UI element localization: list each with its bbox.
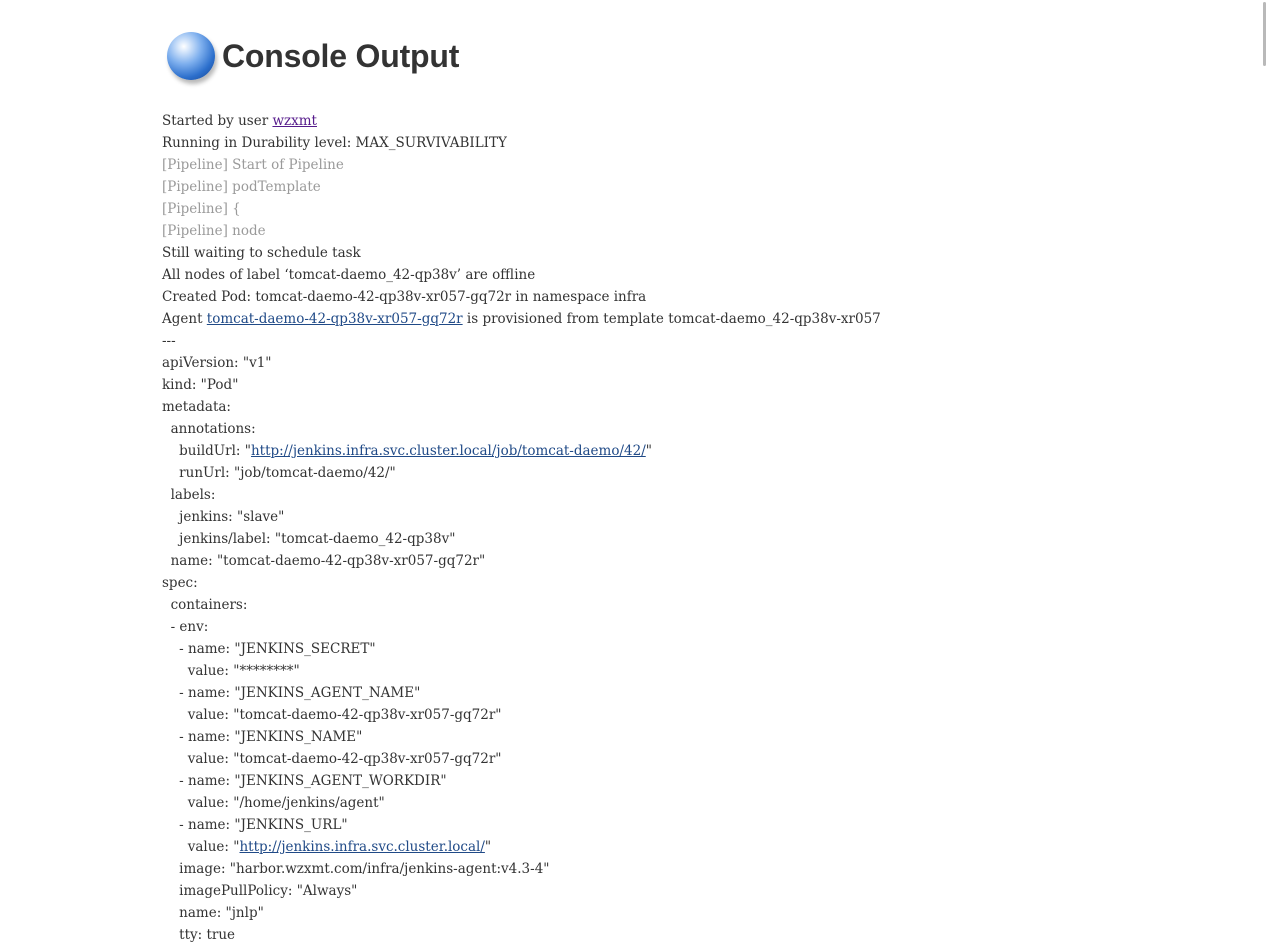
console-line: image: "harbor.wzxmt.com/infra/jenkins-a… xyxy=(162,858,1252,880)
console-text: Still waiting to schedule task xyxy=(162,245,361,261)
page-scrollbar[interactable] xyxy=(1260,0,1267,952)
console-text: imagePullPolicy: "Always" xyxy=(162,883,358,899)
console-text: buildUrl: " xyxy=(162,443,251,459)
console-line: value: "/home/jenkins/agent" xyxy=(162,792,1252,814)
console-text: - name: "JENKINS_AGENT_WORKDIR" xyxy=(162,773,447,789)
console-line: name: "jnlp" xyxy=(162,902,1252,924)
console-line: buildUrl: "http://jenkins.infra.svc.clus… xyxy=(162,440,1252,462)
console-line: - name: "JENKINS_AGENT_WORKDIR" xyxy=(162,770,1252,792)
console-text: --- xyxy=(162,333,176,349)
console-text: jenkins: "slave" xyxy=(162,509,285,525)
console-line: Still waiting to schedule task xyxy=(162,242,1252,264)
console-text: - name: "JENKINS_NAME" xyxy=(162,729,363,745)
console-text: value: " xyxy=(162,839,240,855)
console-text: containers: xyxy=(162,597,248,613)
console-text: spec: xyxy=(162,575,198,591)
console-line: --- xyxy=(162,330,1252,352)
console-line: Agent tomcat-daemo-42-qp38v-xr057-gq72r … xyxy=(162,308,1252,330)
console-line: imagePullPolicy: "Always" xyxy=(162,880,1252,902)
console-line: labels: xyxy=(162,484,1252,506)
console-line: runUrl: "job/tomcat-daemo/42/" xyxy=(162,462,1252,484)
console-text: annotations: xyxy=(162,421,256,437)
console-output: Started by user wzxmt Running in Durabili… xyxy=(162,110,1252,946)
console-line: spec: xyxy=(162,572,1252,594)
console-line: jenkins/label: "tomcat-daemo_42-qp38v" xyxy=(162,528,1252,550)
console-text: Created Pod: tomcat-daemo-42-qp38v-xr057… xyxy=(162,289,647,305)
console-text: " xyxy=(645,443,652,459)
console-text: - env: xyxy=(162,619,209,635)
console-line: [Pipeline] node xyxy=(162,220,1252,242)
console-text: Started by user xyxy=(162,113,273,129)
console-text: value: "tomcat-daemo-42-qp38v-xr057-gq72… xyxy=(162,751,502,767)
console-text: jenkins/label: "tomcat-daemo_42-qp38v" xyxy=(162,531,456,547)
console-line: value: "tomcat-daemo-42-qp38v-xr057-gq72… xyxy=(162,748,1252,770)
console-text: Agent xyxy=(162,311,207,327)
console-text: name: "jnlp" xyxy=(162,905,264,921)
console-text: is provisioned from template tomcat-daem… xyxy=(462,311,881,327)
console-line: apiVersion: "v1" xyxy=(162,352,1252,374)
console-text: " xyxy=(484,839,492,855)
console-text: image: "harbor.wzxmt.com/infra/jenkins-a… xyxy=(162,861,550,877)
console-text: value: "********" xyxy=(162,663,300,679)
console-text: - name: "JENKINS_SECRET" xyxy=(162,641,376,657)
console-text: - name: "JENKINS_URL" xyxy=(162,817,348,833)
console-line: value: "********" xyxy=(162,660,1252,682)
console-text: metadata: xyxy=(162,399,231,415)
console-text: name: "tomcat-daemo-42-qp38v-xr057-gq72r… xyxy=(162,553,486,569)
console-text: All nodes of label ‘tomcat-daemo_42-qp38… xyxy=(162,267,536,283)
page-header: Console Output xyxy=(167,30,459,82)
console-line: - name: "JENKINS_SECRET" xyxy=(162,638,1252,660)
console-text: [Pipeline] node xyxy=(162,223,266,239)
page-title: Console Output xyxy=(222,37,460,74)
console-text: runUrl: "job/tomcat-daemo/42/" xyxy=(162,465,396,481)
console-text: apiVersion: "v1" xyxy=(162,355,272,371)
console-line: Running in Durability level: MAX_SURVIVA… xyxy=(162,132,1252,154)
console-text: value: "tomcat-daemo-42-qp38v-xr057-gq72… xyxy=(162,707,502,723)
console-line: annotations: xyxy=(162,418,1252,440)
console-text: value: "/home/jenkins/agent" xyxy=(162,795,385,811)
console-line: All nodes of label ‘tomcat-daemo_42-qp38… xyxy=(162,264,1252,286)
console-text: labels: xyxy=(162,487,216,503)
console-text: [Pipeline] { xyxy=(162,201,241,217)
console-line: containers: xyxy=(162,594,1252,616)
status-ball-blue-icon xyxy=(167,32,215,80)
console-text: kind: "Pod" xyxy=(162,377,239,393)
console-line: - env: xyxy=(162,616,1252,638)
console-line: name: "tomcat-daemo-42-qp38v-xr057-gq72r… xyxy=(162,550,1252,572)
scrollbar-thumb[interactable] xyxy=(1263,2,1266,66)
console-line: jenkins: "slave" xyxy=(162,506,1252,528)
console-line: - name: "JENKINS_URL" xyxy=(162,814,1252,836)
agent-link[interactable]: tomcat-daemo-42-qp38v-xr057-gq72r xyxy=(207,311,463,327)
console-line: Started by user wzxmt xyxy=(162,110,1252,132)
user-link[interactable]: wzxmt xyxy=(272,113,317,129)
console-line: value: "http://jenkins.infra.svc.cluster… xyxy=(162,836,1252,858)
console-text: tty: true xyxy=(162,927,236,943)
console-line: [Pipeline] podTemplate xyxy=(162,176,1252,198)
console-line: tty: true xyxy=(162,924,1252,946)
console-line: - name: "JENKINS_NAME" xyxy=(162,726,1252,748)
console-line: [Pipeline] { xyxy=(162,198,1252,220)
console-text: [Pipeline] Start of Pipeline xyxy=(162,157,344,173)
console-text: [Pipeline] podTemplate xyxy=(162,179,321,195)
console-text: Running in Durability level: MAX_SURVIVA… xyxy=(162,135,507,151)
console-text: - name: "JENKINS_AGENT_NAME" xyxy=(162,685,421,701)
jenkins-url-link[interactable]: http://jenkins.infra.svc.cluster.local/ xyxy=(239,839,484,855)
build-url-link[interactable]: http://jenkins.infra.svc.cluster.local/j… xyxy=(251,443,646,459)
console-line: value: "tomcat-daemo-42-qp38v-xr057-gq72… xyxy=(162,704,1252,726)
console-line: Created Pod: tomcat-daemo-42-qp38v-xr057… xyxy=(162,286,1252,308)
console-line: [Pipeline] Start of Pipeline xyxy=(162,154,1252,176)
console-line: metadata: xyxy=(162,396,1252,418)
console-line: - name: "JENKINS_AGENT_NAME" xyxy=(162,682,1252,704)
console-line: kind: "Pod" xyxy=(162,374,1252,396)
